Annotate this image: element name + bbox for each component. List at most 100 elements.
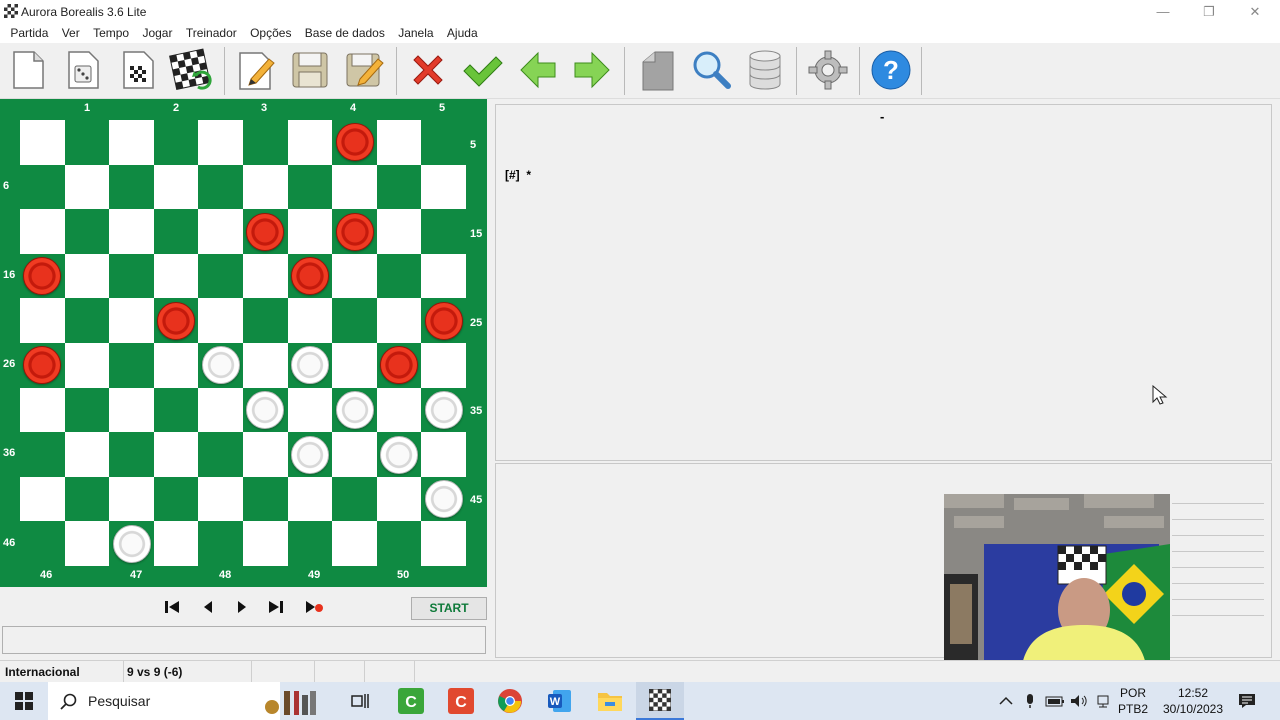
- dark-square[interactable]: [64, 387, 110, 433]
- settings-button[interactable]: [805, 47, 851, 93]
- minimize-button[interactable]: —: [1140, 0, 1186, 24]
- dark-square[interactable]: [332, 476, 377, 522]
- white-checker[interactable]: [246, 390, 285, 429]
- menu-partida[interactable]: Partida: [5, 24, 53, 43]
- edit-button[interactable]: [234, 47, 280, 93]
- tray-overflow-chevron-icon[interactable]: [996, 682, 1016, 720]
- notation-panel[interactable]: - [#] *: [495, 104, 1272, 461]
- menu-ver[interactable]: Ver: [57, 24, 85, 43]
- white-checker[interactable]: [290, 435, 329, 474]
- dark-square[interactable]: [64, 476, 110, 522]
- network-icon[interactable]: [1092, 682, 1114, 720]
- start-menu-button[interactable]: [0, 682, 48, 720]
- restore-button[interactable]: ❐: [1186, 0, 1232, 24]
- white-checker[interactable]: [290, 346, 329, 385]
- dark-square[interactable]: [243, 298, 288, 343]
- help-button[interactable]: ?: [868, 47, 914, 93]
- previous-move-icon[interactable]: [199, 598, 217, 616]
- white-checker[interactable]: [201, 346, 240, 385]
- menu-treinador[interactable]: Treinador: [181, 24, 242, 43]
- save-button[interactable]: [287, 47, 333, 93]
- clock[interactable]: 12:52 30/10/2023: [1154, 682, 1232, 720]
- dark-square[interactable]: [109, 432, 154, 477]
- dark-square[interactable]: [153, 209, 199, 254]
- database-button[interactable]: [742, 47, 788, 93]
- dark-square[interactable]: [287, 164, 333, 210]
- close-button[interactable]: ✕: [1232, 0, 1278, 24]
- taskbar-app-camtasia-recorder[interactable]: C: [437, 682, 485, 720]
- dark-square[interactable]: [332, 298, 377, 343]
- cancel-button[interactable]: [405, 47, 451, 93]
- dark-square[interactable]: [64, 120, 110, 165]
- dark-square[interactable]: [376, 521, 422, 566]
- start-button[interactable]: START: [411, 597, 487, 620]
- taskbar-search-box[interactable]: Pesquisar: [48, 682, 316, 720]
- menu-janela[interactable]: Janela: [393, 24, 438, 43]
- last-move-icon[interactable]: [267, 598, 285, 616]
- save-edit-button[interactable]: [342, 47, 388, 93]
- menu-ajuda[interactable]: Ajuda: [442, 24, 483, 43]
- board-diagram-button[interactable]: [115, 47, 161, 93]
- checkerboard[interactable]: [20, 120, 466, 566]
- page-button[interactable]: [634, 47, 680, 93]
- forward-button[interactable]: [569, 47, 615, 93]
- back-button[interactable]: [515, 47, 561, 93]
- dark-square[interactable]: [243, 120, 288, 165]
- taskbar-app-chrome[interactable]: [486, 682, 534, 720]
- microphone-icon[interactable]: [1020, 682, 1040, 720]
- white-checker[interactable]: [335, 390, 374, 429]
- menu-jogar[interactable]: Jogar: [137, 24, 177, 43]
- first-move-icon[interactable]: [163, 598, 181, 616]
- search-button[interactable]: [688, 47, 734, 93]
- dark-square[interactable]: [109, 343, 154, 388]
- dark-square[interactable]: [64, 298, 110, 343]
- dark-square[interactable]: [20, 521, 65, 566]
- taskbar-app-word[interactable]: W: [536, 682, 584, 720]
- notifications-icon[interactable]: [1234, 682, 1260, 720]
- setup-position-button[interactable]: [60, 47, 106, 93]
- red-checker[interactable]: [335, 123, 374, 162]
- dark-square[interactable]: [153, 120, 199, 165]
- white-checker[interactable]: [380, 435, 419, 474]
- input-language[interactable]: POR PTB2: [1116, 682, 1150, 720]
- red-checker[interactable]: [157, 301, 196, 340]
- red-checker[interactable]: [290, 257, 329, 296]
- battery-icon[interactable]: [1044, 682, 1066, 720]
- dark-square[interactable]: [287, 521, 333, 566]
- dark-square[interactable]: [153, 476, 199, 522]
- new-game-button[interactable]: [5, 47, 51, 93]
- dark-square[interactable]: [20, 432, 65, 477]
- taskbar-app-aurora[interactable]: [636, 682, 684, 720]
- dark-square[interactable]: [64, 209, 110, 254]
- white-checker[interactable]: [424, 390, 463, 429]
- dark-square[interactable]: [376, 164, 422, 210]
- dark-square[interactable]: [421, 209, 466, 254]
- confirm-button[interactable]: [459, 47, 505, 93]
- menu-opcoes[interactable]: Opções: [245, 24, 296, 43]
- dark-square[interactable]: [20, 164, 65, 210]
- dark-square[interactable]: [198, 432, 243, 477]
- next-move-icon[interactable]: [233, 598, 251, 616]
- white-checker[interactable]: [112, 524, 151, 563]
- dark-square[interactable]: [198, 521, 243, 566]
- taskbar-app-explorer[interactable]: [586, 682, 634, 720]
- play-variation-icon[interactable]: [304, 598, 326, 616]
- move-input-field[interactable]: [2, 626, 486, 654]
- red-checker[interactable]: [335, 212, 374, 251]
- volume-icon[interactable]: [1068, 682, 1090, 720]
- menu-tempo[interactable]: Tempo: [88, 24, 134, 43]
- red-checker[interactable]: [424, 301, 463, 340]
- dark-square[interactable]: [153, 387, 199, 433]
- dark-square[interactable]: [198, 253, 243, 299]
- white-checker[interactable]: [424, 480, 463, 519]
- dark-square[interactable]: [243, 476, 288, 522]
- flip-board-button[interactable]: [168, 47, 214, 93]
- menu-base-de-dados[interactable]: Base de dados: [300, 24, 390, 43]
- dark-square[interactable]: [109, 164, 154, 210]
- dark-square[interactable]: [421, 120, 466, 165]
- taskbar-app-camtasia[interactable]: C: [387, 682, 435, 720]
- dark-square[interactable]: [109, 253, 154, 299]
- dark-square[interactable]: [198, 164, 243, 210]
- task-view-button[interactable]: [336, 682, 384, 720]
- dark-square[interactable]: [376, 253, 422, 299]
